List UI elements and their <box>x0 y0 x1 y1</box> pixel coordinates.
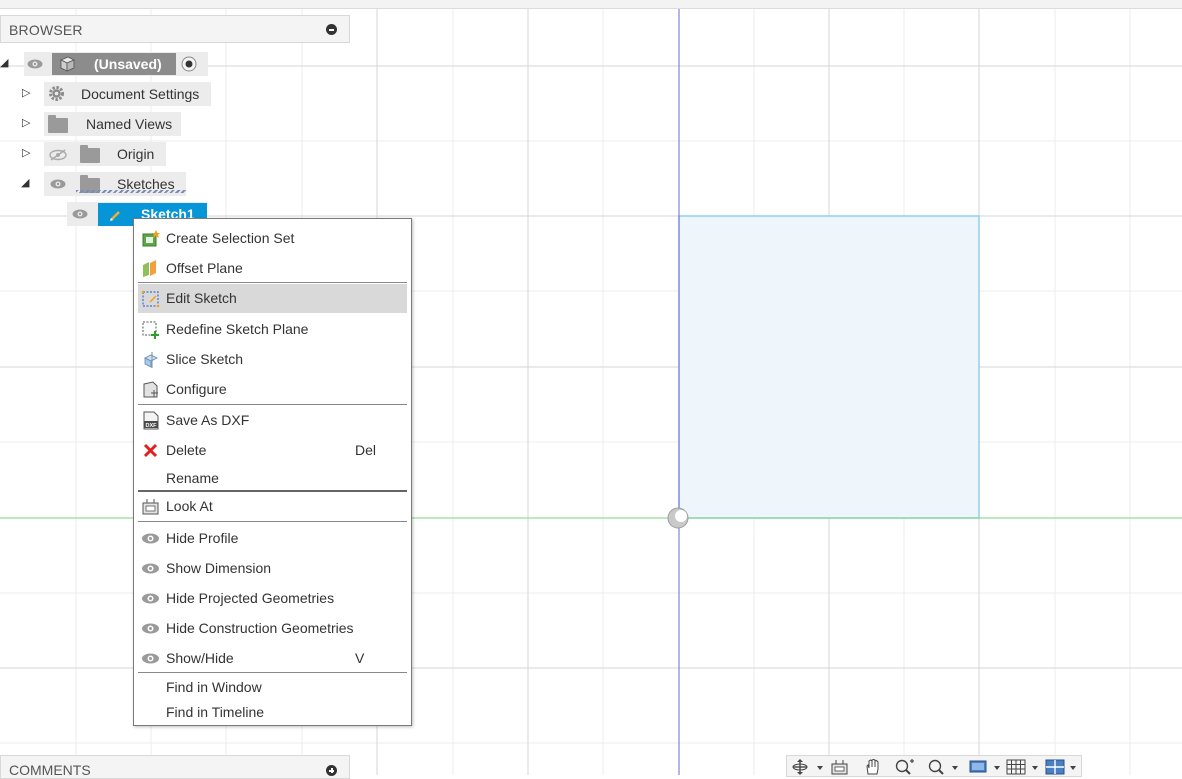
menu-separator <box>138 404 407 405</box>
dxf-icon: DXF <box>143 411 159 430</box>
top-toolbar-edge <box>0 0 1182 9</box>
eye-icon <box>142 563 159 574</box>
context-menu: Create Selection Set Offset Plane Edit S… <box>133 218 412 726</box>
svg-text:DXF: DXF <box>146 423 158 429</box>
menu-item-find-in-timeline[interactable]: Find in Timeline <box>138 698 407 723</box>
sketch-profile[interactable] <box>678 215 980 519</box>
expand-triangle-open-icon[interactable]: ◢ <box>21 176 29 189</box>
zoom-window-icon[interactable] <box>926 759 960 775</box>
browser-item-label: Origin <box>117 146 155 162</box>
browser-panel-header: BROWSER <box>0 15 350 43</box>
visibility-eye-icon[interactable] <box>50 179 66 189</box>
shortcut-label: Del <box>355 442 377 458</box>
root-label: (Unsaved) <box>94 56 162 72</box>
hidden-eye-icon[interactable] <box>49 149 67 161</box>
expand-triangle-open-icon[interactable]: ◢ <box>0 56 8 69</box>
menu-item-hide-profile[interactable]: Hide Profile <box>138 524 407 552</box>
shortcut-label: V <box>355 650 365 666</box>
zoom-icon[interactable] <box>894 759 916 775</box>
sketch-icon <box>110 211 120 221</box>
navigation-bar <box>786 755 1082 777</box>
visibility-eye-icon[interactable] <box>72 209 88 219</box>
menu-item-find-in-window[interactable]: Find in Window <box>138 673 407 698</box>
activate-radio-icon[interactable] <box>181 56 197 72</box>
menu-item-delete[interactable]: Delete Del <box>138 436 407 464</box>
selection-set-icon <box>142 230 160 247</box>
browser-item-label: Document Settings <box>81 86 200 102</box>
pan-icon[interactable] <box>863 759 883 775</box>
look-at-icon[interactable] <box>830 759 850 775</box>
menu-item-hide-projected-geometries[interactable]: Hide Projected Geometries <box>138 584 407 612</box>
menu-separator <box>138 521 407 522</box>
eye-icon <box>142 623 159 634</box>
browser-title: BROWSER <box>9 22 83 38</box>
menu-item-edit-sketch[interactable]: Edit Sketch <box>138 284 407 313</box>
eye-icon <box>142 653 159 664</box>
viewports-icon[interactable] <box>1044 759 1080 775</box>
configure-icon <box>143 381 158 398</box>
eye-icon <box>142 593 159 604</box>
menu-item-slice-sketch[interactable]: Slice Sketch <box>138 345 407 373</box>
menu-item-look-at[interactable]: Look At <box>138 492 407 520</box>
orbit-icon[interactable] <box>791 759 825 775</box>
origin-point[interactable] <box>667 507 689 529</box>
menu-separator <box>138 282 407 283</box>
menu-item-configure[interactable]: Configure <box>138 375 407 403</box>
expand-triangle-icon[interactable]: ▷ <box>22 86 30 99</box>
drop-indicator <box>76 190 186 193</box>
slice-icon <box>144 352 158 368</box>
comments-panel-header: COMMENTS <box>0 755 350 779</box>
menu-item-create-selection-set[interactable]: Create Selection Set <box>138 224 407 252</box>
menu-item-redefine-sketch-plane[interactable]: Redefine Sketch Plane <box>138 315 407 343</box>
menu-item-save-as-dxf[interactable]: DXF Save As DXF <box>138 406 407 434</box>
folder-icon <box>48 115 68 133</box>
component-cube-icon <box>60 56 75 72</box>
grid-icon[interactable] <box>1005 759 1041 775</box>
edit-sketch-icon <box>141 290 160 308</box>
offset-plane-icon <box>143 260 156 277</box>
expand-triangle-icon[interactable]: ▷ <box>22 116 30 129</box>
gear-icon <box>49 86 64 101</box>
menu-item-show-dimension[interactable]: Show Dimension <box>138 554 407 582</box>
comments-title: COMMENTS <box>9 762 91 778</box>
delete-icon <box>143 443 158 458</box>
menu-item-offset-plane[interactable]: Offset Plane <box>138 254 407 282</box>
expand-triangle-icon[interactable]: ▷ <box>22 146 30 159</box>
add-comment-icon[interactable] <box>326 765 337 776</box>
browser-item-label: Named Views <box>86 116 173 132</box>
menu-item-rename[interactable]: Rename <box>138 464 407 492</box>
redefine-plane-icon <box>142 321 159 339</box>
menu-item-hide-construction-geometries[interactable]: Hide Construction Geometries <box>138 614 407 642</box>
menu-item-show-hide[interactable]: Show/Hide V <box>138 644 407 672</box>
eye-icon <box>142 533 159 544</box>
folder-icon <box>80 145 100 163</box>
visibility-eye-icon[interactable] <box>27 59 43 69</box>
look-at-icon <box>142 499 159 515</box>
collapse-browser-icon[interactable] <box>326 24 337 35</box>
display-mode-icon[interactable] <box>968 759 1004 775</box>
